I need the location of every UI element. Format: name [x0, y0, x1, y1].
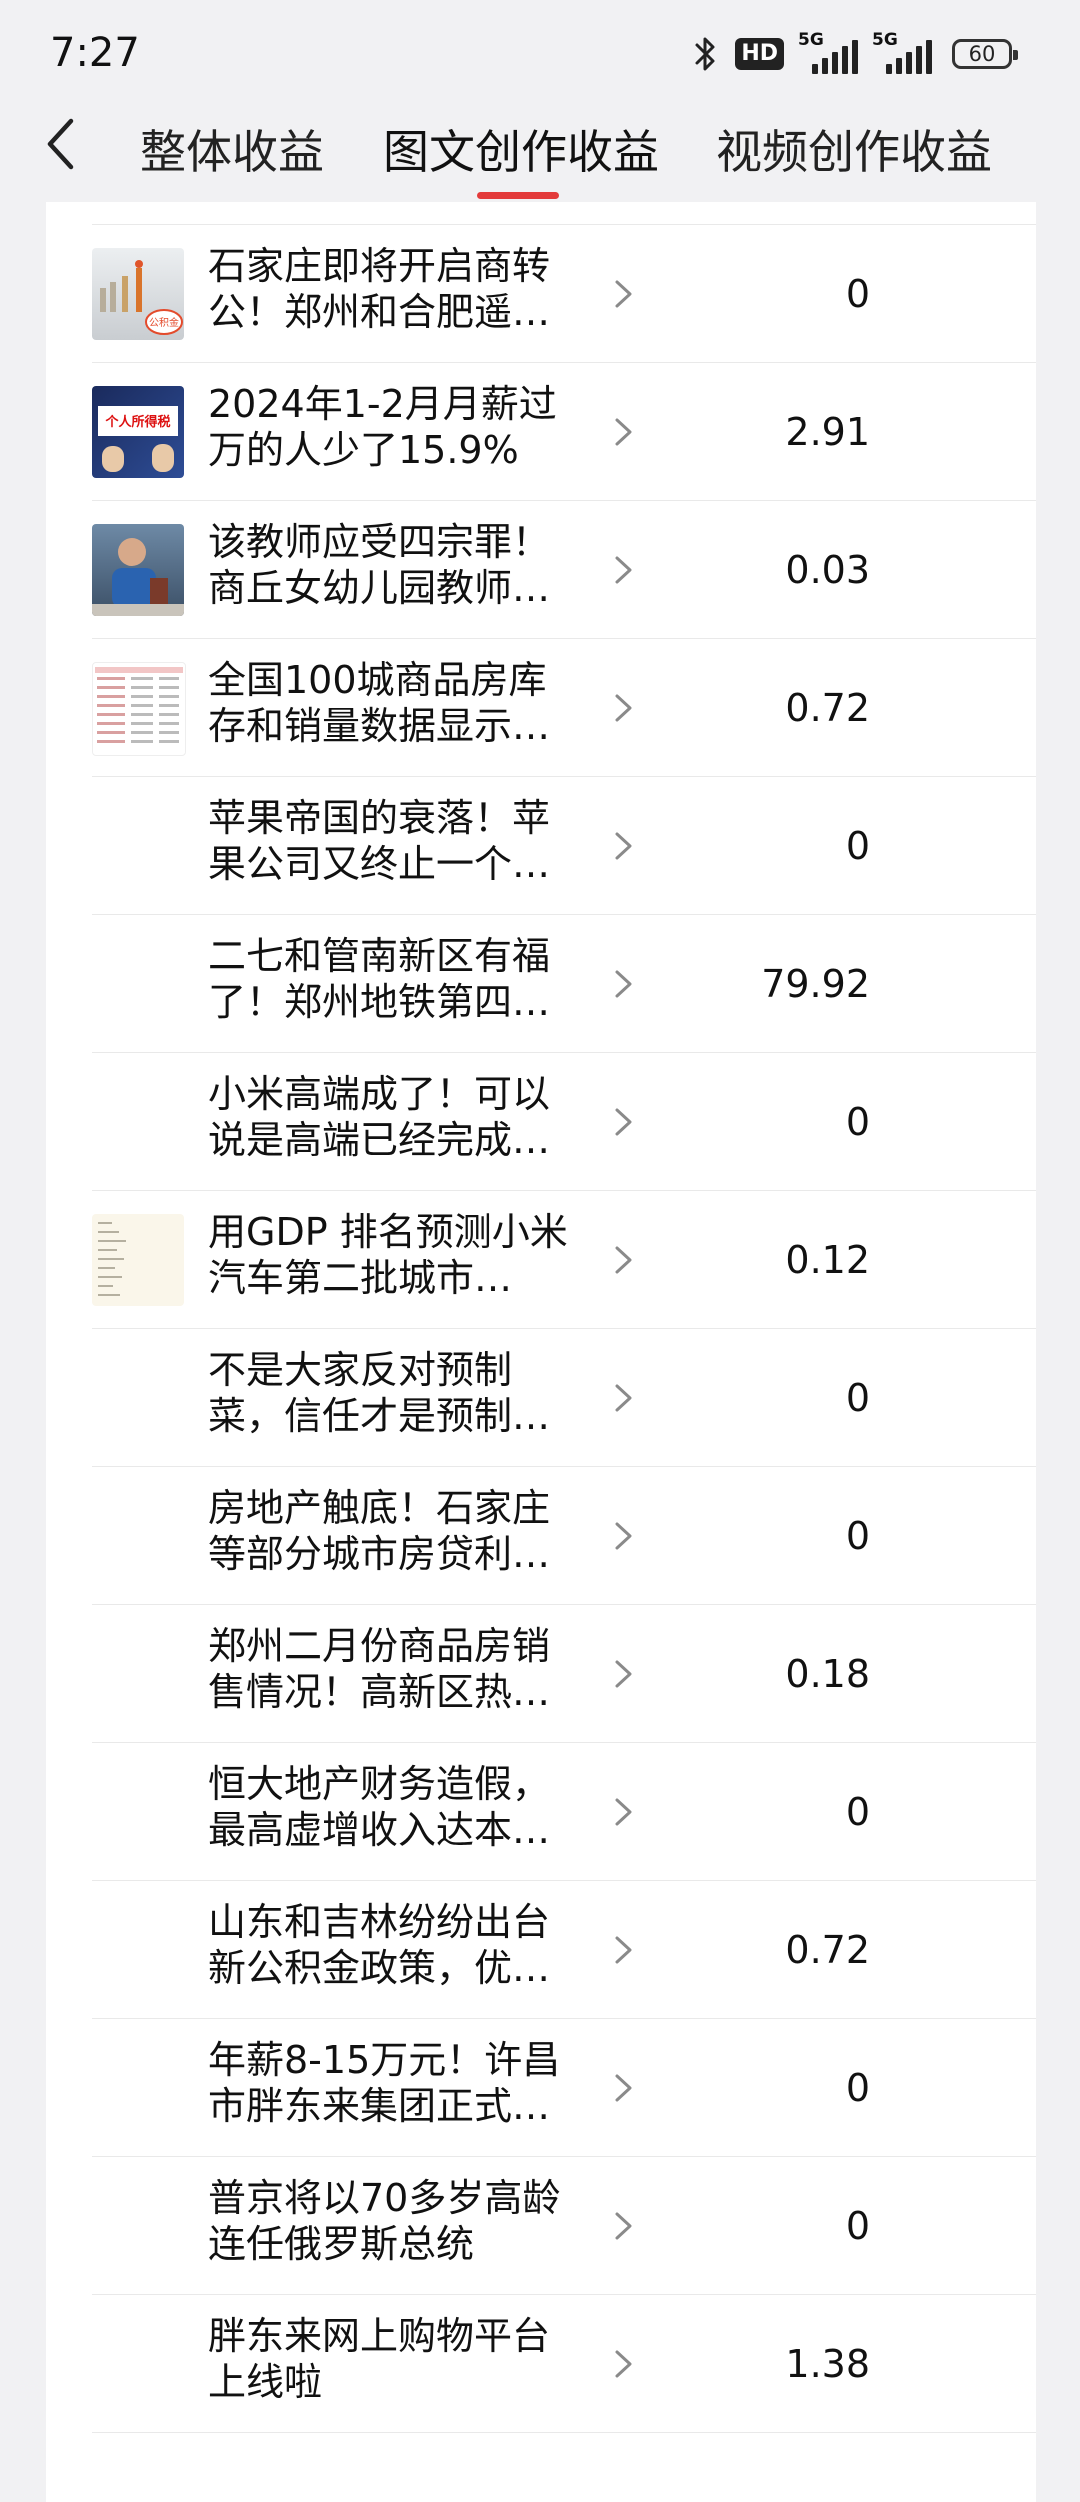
- earnings-value: 0: [845, 1514, 870, 1558]
- article-thumbnail: 公积金: [92, 248, 184, 340]
- text-list-graphic: [98, 1222, 126, 1296]
- data-table-graphic: [95, 667, 183, 743]
- chevron-right-icon: [615, 970, 632, 998]
- list-item[interactable]: 公积金 石家庄即将开启商转公！郑州和合肥遥… 0: [46, 225, 1036, 363]
- status-time: 7:27: [50, 30, 140, 76]
- earnings-value: 0: [845, 1100, 870, 1144]
- earnings-value: 0: [845, 1790, 870, 1834]
- tab-video-earnings[interactable]: 视频创作收益: [716, 116, 992, 182]
- earnings-value: 0: [845, 824, 870, 868]
- article-thumbnail: 个人所得税: [92, 386, 184, 478]
- article-title: 房地产触底！石家庄等部分城市房贷利…: [208, 1486, 551, 1576]
- chevron-right-icon: [615, 832, 632, 860]
- article-thumbnail: [92, 662, 186, 756]
- list-item[interactable]: 山东和吉林纷纷出台新公积金政策，优… 0.72: [46, 1881, 1036, 2019]
- chevron-right-icon: [615, 1384, 632, 1412]
- chevron-right-icon: [615, 1522, 632, 1550]
- back-arrow-icon: [47, 118, 74, 170]
- earnings-value: 0.18: [785, 1652, 870, 1696]
- article-title: 恒大地产财务造假，最高虚增收入达本…: [208, 1762, 551, 1852]
- chevron-right-icon: [615, 1108, 632, 1136]
- chevron-right-icon: [615, 556, 632, 584]
- signal-5g-icon: 5G: [798, 30, 858, 74]
- earnings-list: 公积金 石家庄即将开启商转公！郑州和合肥遥… 0 个人所得税 2024年1-2月…: [46, 225, 1036, 2433]
- status-bar: 7:27 HD 5G 5G 60: [0, 0, 1080, 100]
- article-title: 胖东来网上购物平台上线啦: [208, 2314, 551, 2404]
- list-item[interactable]: 恒大地产财务造假，最高虚增收入达本… 0: [46, 1743, 1036, 1881]
- svg-text:公积金: 公积金: [149, 316, 179, 329]
- earnings-value: 0.72: [785, 686, 870, 730]
- person-photo-graphic: [92, 538, 184, 616]
- chevron-right-icon: [615, 2074, 632, 2102]
- earnings-value: 2.91: [785, 410, 870, 454]
- earnings-value: 0.03: [785, 548, 870, 592]
- svg-text:个人所得税: 个人所得税: [104, 414, 170, 430]
- tab-article-earnings[interactable]: 图文创作收益: [383, 116, 659, 182]
- earnings-value: 0: [845, 2204, 870, 2248]
- earnings-value: 0: [845, 2066, 870, 2110]
- article-title: 苹果帝国的衰落！苹果公司又终止一个…: [208, 796, 551, 886]
- earnings-value: 0: [845, 272, 870, 316]
- active-tab-indicator: [477, 192, 559, 199]
- earnings-value: 79.92: [761, 962, 870, 1006]
- article-title: 普京将以70多岁高龄连任俄罗斯总统: [208, 2176, 561, 2266]
- list-item[interactable]: 该教师应受四宗罪！商丘女幼儿园教师… 0.03: [46, 501, 1036, 639]
- hd-voice-badge: HD: [735, 38, 784, 70]
- header: 整体收益 图文创作收益 视频创作收益: [0, 100, 1080, 200]
- list-item[interactable]: 郑州二月份商品房销售情况！高新区热… 0.18: [46, 1605, 1036, 1743]
- list-item[interactable]: 全国100城商品房库存和销量数据显示… 0.72: [46, 639, 1036, 777]
- list-item[interactable]: 胖东来网上购物平台上线啦 1.38: [46, 2295, 1036, 2433]
- earnings-value: 0: [845, 1376, 870, 1420]
- chevron-right-icon: [615, 2212, 632, 2240]
- list-item[interactable]: 不是大家反对预制菜，信任才是预制… 0: [46, 1329, 1036, 1467]
- chevron-right-icon: [615, 1936, 632, 1964]
- chevron-right-icon: [615, 418, 632, 446]
- signal-5g-label: 5G: [798, 30, 824, 50]
- chevron-right-icon: [615, 694, 632, 722]
- signal-5g-label-2: 5G: [872, 30, 898, 50]
- list-item[interactable]: 年薪8-15万元！许昌市胖东来集团正式… 0: [46, 2019, 1036, 2157]
- tax-card-graphic: 个人所得税: [98, 406, 178, 472]
- chevron-right-icon: [615, 1798, 632, 1826]
- list-item[interactable]: 个人所得税 2024年1-2月月薪过万的人少了15.9% 2.91: [46, 363, 1036, 501]
- list-item[interactable]: 房地产触底！石家庄等部分城市房贷利… 0: [46, 1467, 1036, 1605]
- article-thumbnail: [92, 1214, 184, 1306]
- chevron-right-icon: [615, 1660, 632, 1688]
- tab-overall-earnings[interactable]: 整体收益: [140, 116, 324, 182]
- bluetooth-icon: [695, 37, 715, 71]
- earnings-value: 0.72: [785, 1928, 870, 1972]
- chevron-right-icon: [615, 280, 632, 308]
- list-item[interactable]: 二七和管南新区有福了！郑州地铁第四… 79.92: [46, 915, 1036, 1053]
- article-title: 山东和吉林纷纷出台新公积金政策，优…: [208, 1900, 551, 1990]
- chevron-right-icon: [615, 1246, 632, 1274]
- list-item[interactable]: 普京将以70多岁高龄连任俄罗斯总统 0: [46, 2157, 1036, 2295]
- earnings-list-card: 公积金 石家庄即将开启商转公！郑州和合肥遥… 0 个人所得税 2024年1-2月…: [46, 202, 1036, 2502]
- article-title: 不是大家反对预制菜，信任才是预制…: [208, 1348, 551, 1438]
- earnings-value: 1.38: [785, 2342, 870, 2386]
- article-title: 用GDP 排名预测小米汽车第二批城市…: [208, 1210, 568, 1300]
- battery-level: 60: [968, 42, 996, 66]
- status-icons: HD 5G 5G 60: [691, 30, 1018, 74]
- list-item[interactable]: 苹果帝国的衰落！苹果公司又终止一个… 0: [46, 777, 1036, 915]
- article-title: 石家庄即将开启商转公！郑州和合肥遥…: [208, 244, 551, 334]
- article-title: 郑州二月份商品房销售情况！高新区热…: [208, 1624, 551, 1714]
- article-title: 全国100城商品房库存和销量数据显示…: [208, 658, 551, 748]
- article-title: 该教师应受四宗罪！商丘女幼儿园教师…: [208, 520, 551, 610]
- article-title: 二七和管南新区有福了！郑州地铁第四…: [208, 934, 551, 1024]
- signal-5g-icon-2: 5G: [872, 30, 932, 74]
- back-button[interactable]: [36, 114, 84, 174]
- battery-icon: 60: [952, 39, 1018, 69]
- earnings-value: 0.12: [785, 1238, 870, 1282]
- coins-figure-graphic: 公积金: [100, 260, 183, 335]
- chevron-right-icon: [615, 2350, 632, 2378]
- article-thumbnail: [92, 524, 184, 616]
- article-title: 2024年1-2月月薪过万的人少了15.9%: [208, 382, 557, 472]
- list-item[interactable]: 小米高端成了！可以说是高端已经完成… 0: [46, 1053, 1036, 1191]
- article-title: 小米高端成了！可以说是高端已经完成…: [208, 1072, 551, 1162]
- list-item[interactable]: 用GDP 排名预测小米汽车第二批城市… 0.12: [46, 1191, 1036, 1329]
- article-title: 年薪8-15万元！许昌市胖东来集团正式…: [208, 2038, 561, 2128]
